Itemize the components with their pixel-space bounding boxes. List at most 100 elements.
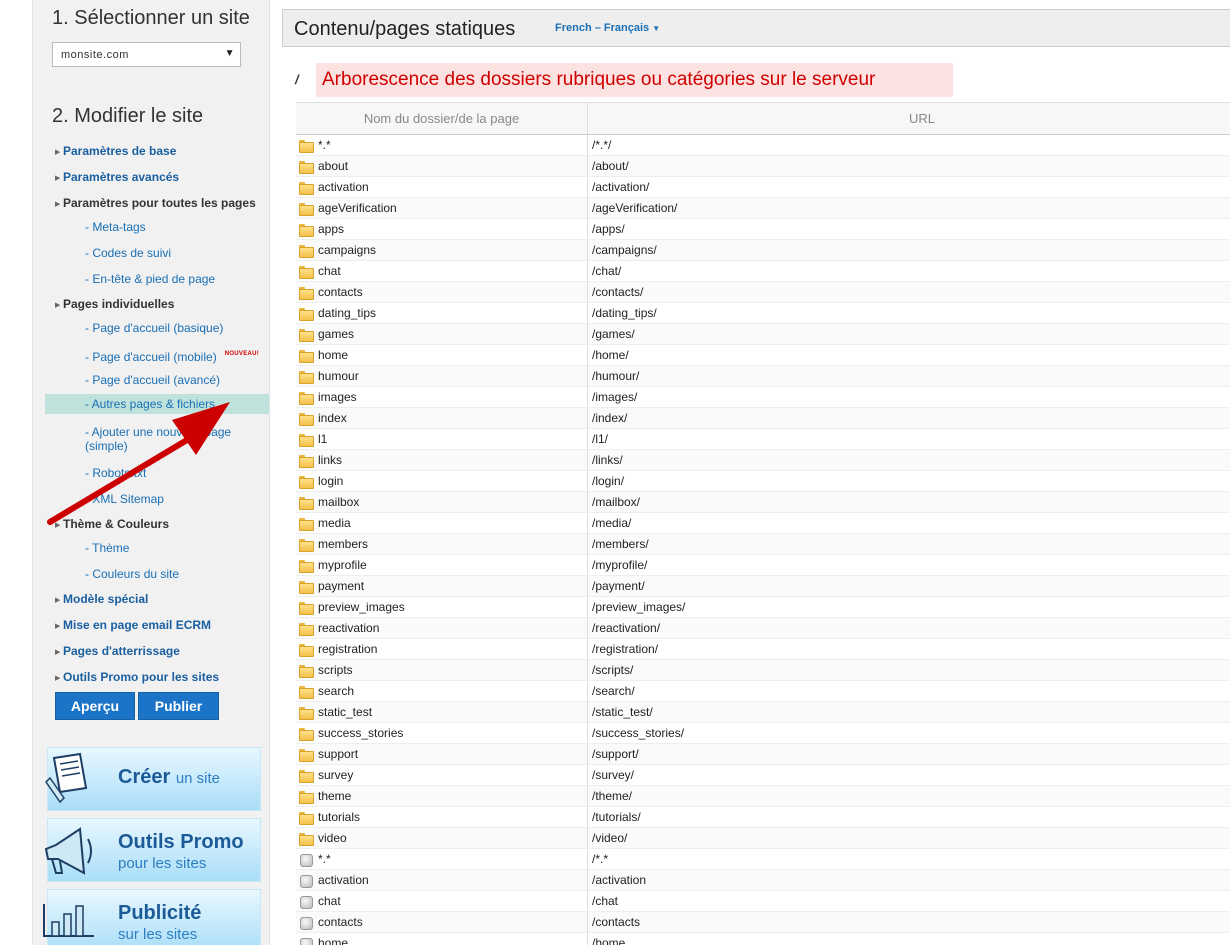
row-name-cell[interactable]: apps — [296, 219, 588, 239]
table-row[interactable]: search/search/ — [296, 681, 1230, 702]
table-row[interactable]: *.* /*.*/ — [296, 135, 1230, 156]
row-url[interactable]: /l1/ — [588, 429, 1230, 449]
row-name-cell[interactable]: search — [296, 681, 588, 701]
row-name-cell[interactable]: home — [296, 345, 588, 365]
row-name-cell[interactable]: l1 — [296, 429, 588, 449]
row-url[interactable]: /images/ — [588, 387, 1230, 407]
row-name[interactable]: video — [318, 831, 347, 845]
table-row[interactable]: home/home/ — [296, 345, 1230, 366]
row-name-cell[interactable]: chat — [296, 261, 588, 281]
row-name-cell[interactable]: support — [296, 744, 588, 764]
row-name[interactable]: reactivation — [318, 621, 379, 635]
row-name-cell[interactable]: ageVerification — [296, 198, 588, 218]
promo-advertising[interactable]: Publicité sur les sites — [43, 889, 261, 945]
row-name-cell[interactable]: media — [296, 513, 588, 533]
row-name-cell[interactable]: chat — [296, 891, 588, 911]
row-name[interactable]: success_stories — [318, 726, 403, 740]
nav-individual-pages[interactable]: ▶ Pages individuelles — [55, 297, 265, 313]
row-url[interactable]: /about/ — [588, 156, 1230, 176]
row-name[interactable]: media — [318, 516, 351, 530]
row-name[interactable]: dating_tips — [318, 306, 376, 320]
row-name[interactable]: l1 — [318, 432, 327, 446]
row-url[interactable]: /activation/ — [588, 177, 1230, 197]
row-name-cell[interactable]: preview_images — [296, 597, 588, 617]
table-row[interactable]: tutorials/tutorials/ — [296, 807, 1230, 828]
table-row[interactable]: reactivation/reactivation/ — [296, 618, 1230, 639]
table-row[interactable]: video/video/ — [296, 828, 1230, 849]
row-name[interactable]: myprofile — [318, 558, 367, 572]
row-name[interactable]: payment — [318, 579, 364, 593]
table-row[interactable]: index/index/ — [296, 408, 1230, 429]
row-name-cell[interactable]: activation — [296, 870, 588, 890]
row-url[interactable]: /preview_images/ — [588, 597, 1230, 617]
row-name[interactable]: theme — [318, 789, 351, 803]
table-row[interactable]: chat/chat/ — [296, 261, 1230, 282]
row-name[interactable]: scripts — [318, 663, 353, 677]
table-row[interactable]: mailbox/mailbox/ — [296, 492, 1230, 513]
row-name[interactable]: apps — [318, 222, 344, 236]
table-row[interactable]: payment/payment/ — [296, 576, 1230, 597]
table-row[interactable]: dating_tips/dating_tips/ — [296, 303, 1230, 324]
row-name-cell[interactable]: registration — [296, 639, 588, 659]
row-url[interactable]: /activation — [588, 870, 1230, 890]
row-name-cell[interactable]: reactivation — [296, 618, 588, 638]
nav-theme-colors[interactable]: ▶ Thème & Couleurs — [55, 517, 265, 533]
row-name[interactable]: home — [318, 348, 348, 362]
nav-home-mobile[interactable]: - Page d'accueil (mobile) NOUVEAU! — [85, 347, 265, 364]
row-name[interactable]: survey — [318, 768, 353, 782]
table-row[interactable]: preview_images/preview_images/ — [296, 597, 1230, 618]
row-name-cell[interactable]: payment — [296, 576, 588, 596]
row-url[interactable]: /links/ — [588, 450, 1230, 470]
row-name-cell[interactable]: links — [296, 450, 588, 470]
row-url[interactable]: /chat — [588, 891, 1230, 911]
nav-email-layout[interactable]: ▶ Mise en page email ECRM — [55, 618, 265, 634]
nav-tracking-codes[interactable]: - Codes de suivi — [85, 246, 265, 260]
row-url[interactable]: /video/ — [588, 828, 1230, 848]
row-url[interactable]: /myprofile/ — [588, 555, 1230, 575]
row-name-cell[interactable]: index — [296, 408, 588, 428]
row-name[interactable]: links — [318, 453, 342, 467]
row-name[interactable]: index — [318, 411, 347, 425]
table-row[interactable]: activation/activation/ — [296, 177, 1230, 198]
table-row[interactable]: theme/theme/ — [296, 786, 1230, 807]
row-name-cell[interactable]: mailbox — [296, 492, 588, 512]
row-url[interactable]: /registration/ — [588, 639, 1230, 659]
row-url[interactable]: /payment/ — [588, 576, 1230, 596]
nav-base-params[interactable]: ▶ Paramètres de base — [55, 144, 265, 160]
row-name-cell[interactable]: *.* — [296, 135, 588, 155]
row-url[interactable]: /index/ — [588, 408, 1230, 428]
table-row[interactable]: chat/chat — [296, 891, 1230, 912]
row-name[interactable]: mailbox — [318, 495, 359, 509]
preview-button[interactable]: Aperçu — [55, 692, 135, 720]
row-name-cell[interactable]: *.* — [296, 849, 588, 869]
row-url[interactable]: /humour/ — [588, 366, 1230, 386]
row-url[interactable]: /contacts — [588, 912, 1230, 932]
table-row[interactable]: *.* /*.* — [296, 849, 1230, 870]
row-name[interactable]: ageVerification — [318, 201, 397, 215]
table-row[interactable]: media/media/ — [296, 513, 1230, 534]
row-url[interactable]: /survey/ — [588, 765, 1230, 785]
nav-home-basic[interactable]: - Page d'accueil (basique) — [85, 321, 265, 335]
row-name-cell[interactable]: images — [296, 387, 588, 407]
row-name-cell[interactable]: dating_tips — [296, 303, 588, 323]
table-row[interactable]: static_test/static_test/ — [296, 702, 1230, 723]
table-row[interactable]: games/games/ — [296, 324, 1230, 345]
row-name[interactable]: chat — [318, 894, 341, 908]
row-name[interactable]: contacts — [318, 285, 363, 299]
row-url[interactable]: /static_test/ — [588, 702, 1230, 722]
row-url[interactable]: /search/ — [588, 681, 1230, 701]
row-name[interactable]: support — [318, 747, 358, 761]
row-name[interactable]: games — [318, 327, 354, 341]
row-name-cell[interactable]: scripts — [296, 660, 588, 680]
row-name-cell[interactable]: survey — [296, 765, 588, 785]
nav-xml-sitemap[interactable]: - XML Sitemap — [85, 492, 265, 506]
row-name[interactable]: members — [318, 537, 368, 551]
row-name[interactable]: preview_images — [318, 600, 405, 614]
row-name-cell[interactable]: activation — [296, 177, 588, 197]
nav-robots[interactable]: - Robots.txt — [85, 466, 265, 480]
row-name-cell[interactable]: about — [296, 156, 588, 176]
row-name-cell[interactable]: myprofile — [296, 555, 588, 575]
row-name-cell[interactable]: tutorials — [296, 807, 588, 827]
table-row[interactable]: humour/humour/ — [296, 366, 1230, 387]
table-row[interactable]: myprofile/myprofile/ — [296, 555, 1230, 576]
